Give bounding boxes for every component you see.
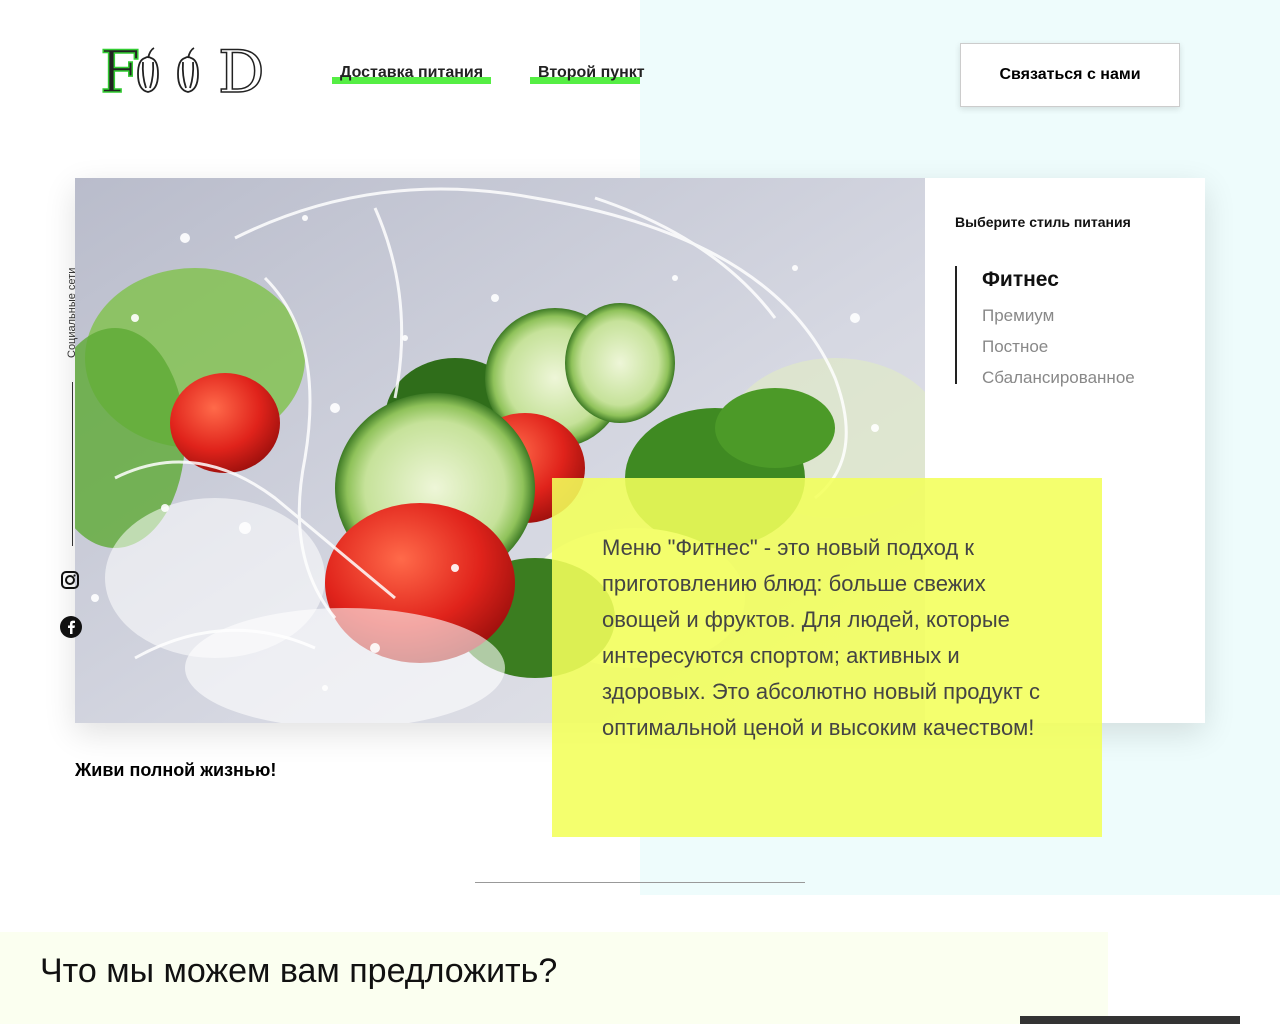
svg-text:F: F: [100, 40, 140, 100]
style-option-fitness[interactable]: Фитнес: [982, 266, 1135, 300]
bottom-dark-element: [1020, 1016, 1240, 1024]
slogan: Живи полной жизнью!: [75, 760, 277, 780]
social-label: Социальные сети: [66, 240, 80, 358]
nav-link-delivery[interactable]: Доставка питания: [332, 64, 492, 84]
style-option-premium[interactable]: Премиум: [982, 300, 1135, 331]
style-option-balanced[interactable]: Сбалансированное: [982, 362, 1135, 393]
description-text: Меню "Фитнес" - это новый подход к приго…: [602, 535, 1040, 740]
section-divider: [475, 882, 805, 883]
style-selector-title: Выберите стиль питания: [955, 214, 1131, 230]
description-box: Меню "Фитнес" - это новый подход к приго…: [552, 478, 1102, 837]
facebook-icon[interactable]: [60, 616, 82, 638]
style-selector-list: Фитнес Премиум Постное Сбалансированное: [955, 266, 1135, 387]
style-option-lenten[interactable]: Постное: [982, 331, 1135, 362]
nav-link-label: Доставка питания: [340, 64, 484, 81]
social-label-text: Социальные сети: [66, 267, 78, 358]
contact-us-button[interactable]: Связаться с нами: [960, 43, 1180, 107]
instagram-icon[interactable]: [61, 571, 79, 589]
nav-link-label: Второй пункт: [538, 64, 645, 81]
nav-link-second[interactable]: Второй пункт: [530, 64, 653, 84]
logo[interactable]: F D: [99, 37, 270, 107]
svg-text:D: D: [218, 40, 265, 100]
offer-section-title: Что мы можем вам предложить?: [40, 952, 558, 990]
social-divider-line: [72, 382, 73, 546]
